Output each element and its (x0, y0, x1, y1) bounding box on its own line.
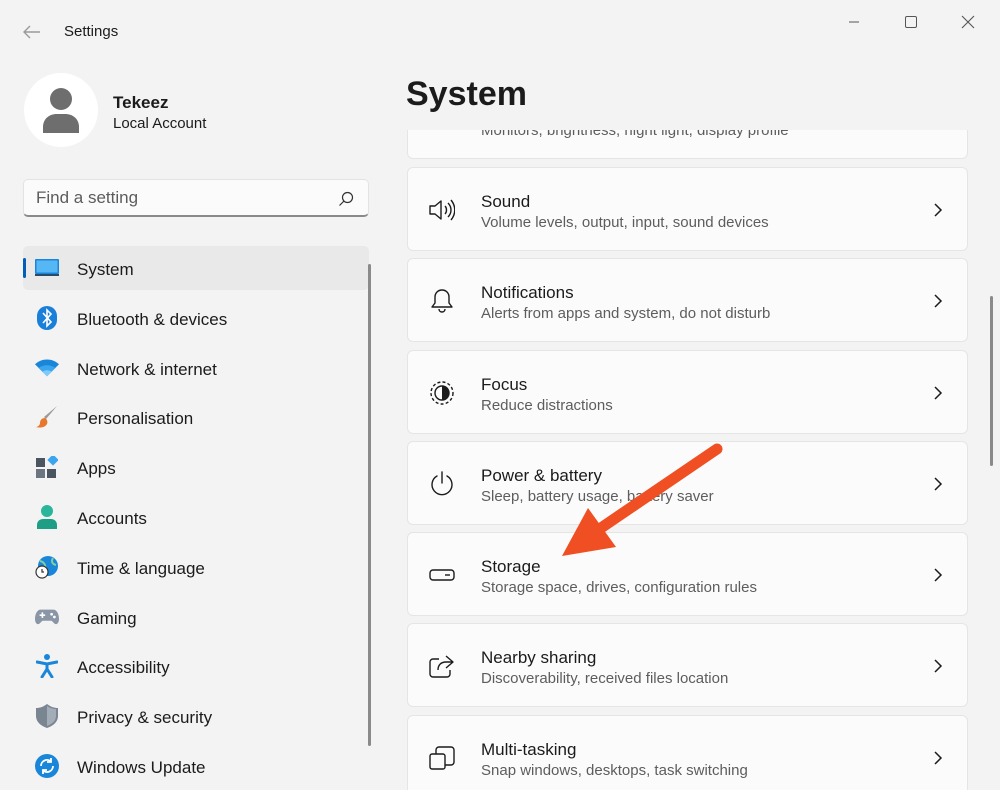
sidebar-item-apps[interactable]: Apps (23, 445, 369, 489)
chevron-right-icon (934, 386, 943, 400)
multitask-icon (429, 745, 455, 771)
sidebar-item-accessibility[interactable]: Accessibility (23, 644, 369, 688)
shield-icon (35, 704, 59, 729)
sidebar-item-gaming[interactable]: Gaming (23, 595, 369, 639)
maximize-button[interactable] (888, 8, 934, 36)
card-nearby-sharing[interactable]: Nearby sharing Discoverability, received… (407, 623, 968, 707)
card-description: Sleep, battery usage, battery saver (481, 488, 714, 505)
bell-icon (429, 288, 455, 314)
globe-clock-icon (35, 555, 59, 579)
wifi-icon (35, 356, 59, 380)
sidebar-item-time-language[interactable]: Time & language (23, 545, 369, 589)
card-title: Storage (481, 557, 541, 576)
card-power-battery[interactable]: Power & battery Sleep, battery usage, ba… (407, 441, 968, 525)
back-arrow-icon (23, 25, 40, 39)
sidebar-item-label: Network & internet (77, 359, 217, 379)
card-description: Monitors, brightness, night light, displ… (481, 130, 789, 139)
settings-list: Monitors, brightness, night light, displ… (406, 130, 969, 790)
minimize-button[interactable] (831, 8, 877, 36)
sidebar-item-label: System (77, 260, 134, 279)
card-title: Power & battery (481, 466, 602, 485)
card-sound[interactable]: Sound Volume levels, output, input, soun… (407, 167, 968, 251)
share-icon (429, 653, 455, 679)
page-title: System (406, 75, 527, 113)
sidebar-item-windows-update[interactable]: Windows Update (23, 744, 369, 788)
account-type: Local Account (113, 115, 207, 132)
sidebar-item-label: Personalisation (77, 409, 194, 429)
close-button[interactable] (945, 8, 991, 36)
card-description: Storage space, drives, configuration rul… (481, 579, 757, 596)
avatar[interactable] (24, 73, 98, 147)
card-storage[interactable]: Storage Storage space, drives, configura… (407, 532, 968, 616)
chevron-right-icon (934, 568, 943, 582)
storage-icon (429, 562, 455, 588)
card-multi-tasking[interactable]: Multi-tasking Snap windows, desktops, ta… (407, 715, 968, 790)
sidebar-item-label: Gaming (77, 608, 137, 628)
card-title: Focus (481, 375, 528, 394)
card-title: Notifications (481, 283, 574, 302)
card-title: Multi-tasking (481, 740, 577, 759)
card-title: Nearby sharing (481, 648, 597, 667)
card-description: Alerts from apps and system, do not dist… (481, 305, 771, 322)
sidebar-item-label: Accounts (77, 508, 147, 528)
title-bar: Settings (0, 0, 1000, 62)
sidebar-item-label: Apps (77, 459, 116, 479)
power-icon (429, 471, 455, 497)
sidebar-item-network[interactable]: Network & internet (23, 346, 369, 390)
paintbrush-icon (35, 405, 59, 429)
accessibility-icon (35, 654, 59, 679)
sidebar-item-label: Privacy & security (77, 708, 213, 728)
chevron-right-icon (934, 294, 943, 308)
sidebar-item-bluetooth[interactable]: Bluetooth & devices (23, 296, 369, 340)
monitor-icon (35, 256, 59, 280)
sidebar-item-label: Time & language (77, 558, 205, 578)
search-icon[interactable] (338, 191, 354, 207)
close-icon (961, 15, 975, 29)
card-focus[interactable]: Focus Reduce distractions (407, 350, 968, 434)
sidebar-item-personalisation[interactable]: Personalisation (23, 395, 369, 439)
search-box[interactable] (23, 179, 369, 217)
card-display[interactable]: Monitors, brightness, night light, displ… (407, 130, 968, 159)
app-title: Settings (64, 23, 119, 40)
apps-icon (35, 455, 59, 479)
card-description: Discoverability, received files location (481, 670, 729, 687)
maximize-icon (905, 16, 917, 28)
content-scrollbar[interactable] (990, 296, 993, 466)
card-description: Volume levels, output, input, sound devi… (481, 214, 769, 231)
sidebar-item-label: Accessibility (77, 658, 170, 678)
focus-icon (429, 380, 455, 406)
sidebar-nav: System Bluetooth & devices Network & int… (23, 246, 369, 790)
person-icon (35, 504, 59, 529)
card-description: Reduce distractions (481, 397, 613, 414)
sidebar-item-privacy-security[interactable]: Privacy & security (23, 694, 369, 738)
update-icon (35, 753, 59, 778)
sidebar-item-accounts[interactable]: Accounts (23, 495, 369, 539)
speaker-icon (429, 197, 455, 223)
chevron-right-icon (934, 751, 943, 765)
search-input[interactable] (36, 188, 326, 208)
chevron-right-icon (934, 203, 943, 217)
sidebar-item-system[interactable]: System (23, 246, 369, 290)
sidebar-item-label: Bluetooth & devices (77, 309, 228, 329)
card-title: Sound (481, 192, 531, 211)
sidebar-scrollbar[interactable] (368, 264, 371, 746)
bluetooth-icon (35, 305, 59, 330)
minimize-icon (849, 21, 859, 23)
sidebar-item-label: Windows Update (77, 757, 206, 777)
chevron-right-icon (934, 659, 943, 673)
user-icon (43, 88, 79, 133)
chevron-right-icon (934, 477, 943, 491)
card-description: Snap windows, desktops, task switching (481, 762, 748, 779)
user-name: Tekeez (113, 93, 169, 112)
back-button[interactable] (18, 18, 46, 46)
card-notifications[interactable]: Notifications Alerts from apps and syste… (407, 258, 968, 342)
gamepad-icon (35, 605, 59, 629)
